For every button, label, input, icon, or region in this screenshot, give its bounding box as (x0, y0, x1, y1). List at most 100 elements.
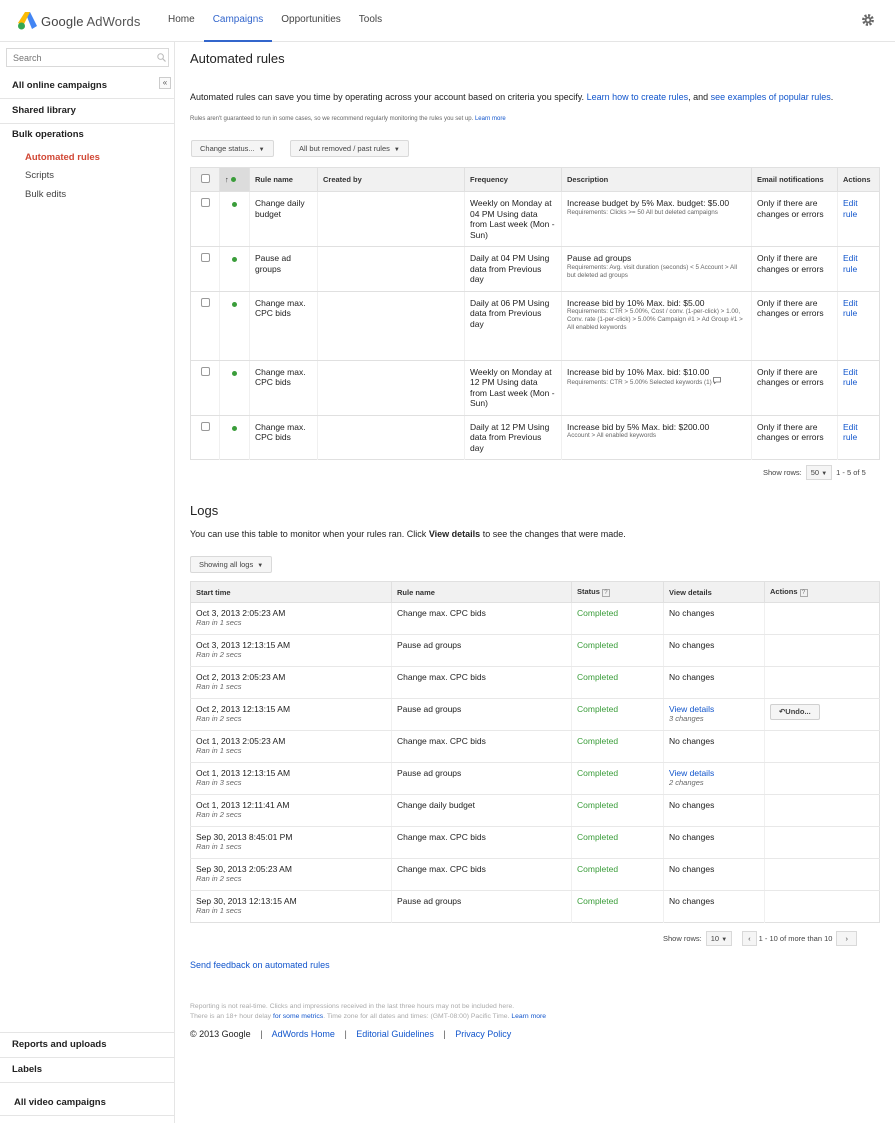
undo-button[interactable]: ↶Undo... (770, 704, 820, 720)
nav-campaigns[interactable]: Campaigns (203, 0, 273, 42)
privacy-policy-link[interactable]: Privacy Policy (455, 1029, 511, 1039)
search-icon[interactable] (157, 53, 166, 62)
col-frequency[interactable]: Frequency (464, 167, 562, 192)
page-footer: © 2013 Google | AdWords Home | Editorial… (190, 1029, 512, 1039)
main-nav: Home Campaigns Opportunities Tools (159, 0, 391, 42)
sidebar-item-scripts[interactable]: Scripts (25, 170, 54, 181)
log-status: Completed (571, 698, 664, 731)
table-row: Sep 30, 2013 2:05:23 AM Ran in 2 secs Cha… (190, 858, 880, 891)
sidebar-item-bulk-edits[interactable]: Bulk edits (25, 189, 66, 200)
sidebar-all-video-campaigns[interactable]: All video campaigns (0, 1097, 175, 1108)
logs-show-rows-select[interactable]: 10 ▼ (705, 931, 733, 946)
col-log-actions: Actions? (764, 581, 880, 603)
sort-status-column[interactable]: ↑ (219, 167, 250, 192)
table-row: Change max. CPC bids Weekly on Monday at… (190, 360, 880, 416)
send-feedback-link[interactable]: Send feedback on automated rules (190, 960, 330, 970)
chevron-down-icon: ▼ (721, 937, 728, 943)
help-icon[interactable]: ? (799, 588, 808, 597)
popular-rules-link[interactable]: see examples of popular rules (711, 92, 831, 102)
row-checkbox[interactable] (200, 297, 210, 307)
sidebar-divider (0, 1115, 175, 1116)
edit-rule-link[interactable]: Edit rule (843, 422, 858, 443)
chevron-down-icon: ▼ (393, 147, 400, 153)
log-actions (764, 730, 880, 763)
rules-pager: Show rows: 50 ▼ 1 - 5 of 5 (763, 465, 866, 480)
col-email-notifications[interactable]: Email notifications (751, 167, 838, 192)
view-details-link[interactable]: View details (669, 704, 714, 714)
log-status: Completed (571, 858, 664, 891)
search-input[interactable] (6, 48, 169, 67)
rule-filter-button[interactable]: All but removed / past rules ▼ (290, 140, 409, 157)
edit-rule-link[interactable]: Edit rule (843, 367, 858, 388)
col-status[interactable]: Status? (571, 581, 664, 603)
footnote-learn-more-link[interactable]: Learn more (511, 1013, 546, 1020)
sidebar-labels[interactable]: Labels (0, 1064, 175, 1075)
logs-filter-button[interactable]: Showing all logs ▼ (190, 556, 273, 573)
table-row: Change daily budget Weekly on Monday at … (190, 191, 880, 247)
log-actions (764, 634, 880, 667)
rules-table: ↑ Rule name Created by Frequency Descrip… (190, 167, 880, 460)
some-metrics-link[interactable]: for some metrics (273, 1013, 323, 1020)
log-actions: ↶Undo... (764, 698, 880, 731)
nav-home[interactable]: Home (159, 0, 204, 42)
disclaimer-learn-more-link[interactable]: Learn more (475, 116, 506, 122)
edit-rule-link[interactable]: Edit rule (843, 198, 858, 219)
log-rule-name: Change max. CPC bids (391, 826, 572, 859)
sidebar: « All online campaigns Shared library Bu… (0, 42, 175, 1123)
learn-create-rules-link[interactable]: Learn how to create rules (587, 92, 689, 102)
rule-name: Change max. CPC bids (249, 360, 318, 416)
prev-page-button[interactable]: ‹ (742, 931, 757, 946)
rules-table-header: ↑ Rule name Created by Frequency Descrip… (190, 167, 880, 192)
rule-email: Only if there are changes or errors (751, 415, 838, 460)
nav-opportunities[interactable]: Opportunities (272, 0, 349, 42)
status-dot-icon (232, 425, 237, 431)
next-page-button[interactable]: › (836, 931, 857, 946)
change-status-button[interactable]: Change status... ▼ (191, 140, 274, 157)
rule-description: Increase budget by 5% Max. budget: $5.00… (561, 191, 752, 247)
row-checkbox[interactable] (200, 198, 210, 207)
sidebar-all-online-campaigns[interactable]: All online campaigns (0, 80, 175, 91)
rule-created-by (317, 291, 465, 361)
row-checkbox[interactable] (200, 366, 210, 376)
log-actions (764, 858, 880, 891)
sidebar-bulk-operations[interactable]: Bulk operations (0, 129, 175, 140)
gear-icon[interactable] (861, 13, 875, 27)
col-start-time[interactable]: Start time (190, 581, 392, 603)
editorial-guidelines-link[interactable]: Editorial Guidelines (356, 1029, 434, 1039)
sidebar-divider (0, 1032, 175, 1033)
sidebar-divider (0, 1057, 175, 1058)
rule-frequency: Daily at 12 PM Using data from Previous … (464, 415, 562, 460)
edit-rule-link[interactable]: Edit rule (843, 298, 858, 319)
top-bar: Google AdWords Home Campaigns Opportunit… (0, 0, 895, 42)
log-rule-name: Change max. CPC bids (391, 730, 572, 763)
log-start-time: Oct 1, 2013 12:11:41 AM Ran in 2 secs (190, 794, 392, 827)
rule-frequency: Weekly on Monday at 12 PM Using data fro… (464, 360, 562, 416)
view-details-link[interactable]: View details (669, 768, 714, 778)
log-actions (764, 794, 880, 827)
sidebar-reports-and-uploads[interactable]: Reports and uploads (0, 1039, 175, 1050)
sidebar-item-automated-rules[interactable]: Automated rules (25, 152, 100, 163)
log-status: Completed (571, 730, 664, 763)
log-actions (764, 602, 880, 635)
col-rule-name[interactable]: Rule name (249, 167, 318, 192)
select-all-checkbox[interactable] (200, 174, 210, 183)
log-start-time: Oct 3, 2013 12:13:15 AM Ran in 2 secs (190, 634, 392, 667)
col-created-by[interactable]: Created by (317, 167, 465, 192)
edit-rule-link[interactable]: Edit rule (843, 253, 858, 274)
nav-tools[interactable]: Tools (350, 0, 391, 42)
adwords-home-link[interactable]: AdWords Home (272, 1029, 335, 1039)
logs-title: Logs (190, 503, 219, 518)
table-row: Sep 30, 2013 12:13:15 AM Ran in 1 secs Pa… (190, 890, 880, 923)
help-icon[interactable]: ? (601, 588, 610, 597)
adwords-logo[interactable]: Google AdWords (18, 10, 140, 32)
rule-email: Only if there are changes or errors (751, 360, 838, 416)
log-status: Completed (571, 666, 664, 699)
col-log-rule-name[interactable]: Rule name (391, 581, 572, 603)
sidebar-shared-library[interactable]: Shared library (0, 105, 175, 116)
col-description[interactable]: Description (561, 167, 752, 192)
logs-table: Start time Rule name Status? View detail… (190, 581, 880, 923)
row-checkbox[interactable] (200, 421, 210, 431)
comment-icon[interactable] (713, 377, 722, 385)
rules-show-rows-select[interactable]: 50 ▼ (805, 465, 833, 480)
row-checkbox[interactable] (200, 253, 210, 262)
